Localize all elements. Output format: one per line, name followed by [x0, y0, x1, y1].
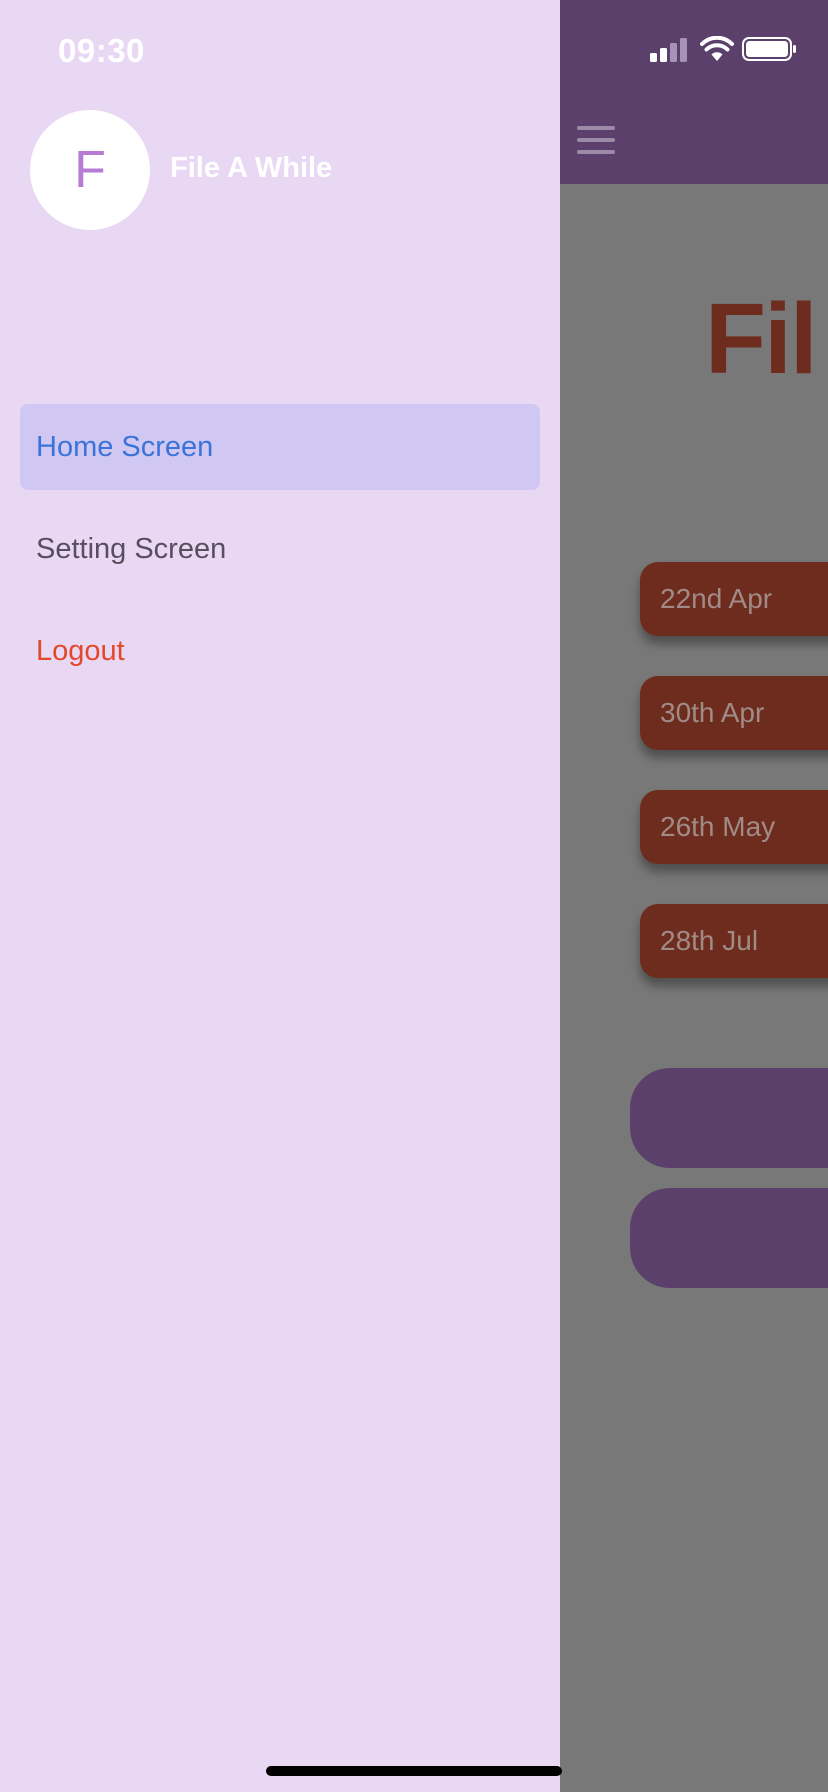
date-label: 22nd Apr	[660, 583, 773, 614]
date-label: 30th Apr	[660, 697, 765, 728]
status-bar-icons	[650, 34, 820, 64]
date-card[interactable]: 28th Jul	[640, 904, 828, 978]
date-card[interactable]: 30th Apr	[640, 676, 828, 750]
app-screen: Fil 22nd Apr 30th Apr 26th May 28th Jul …	[0, 0, 828, 1792]
drawer-item-home[interactable]: Home Screen	[20, 404, 540, 490]
date-label: 26th May	[660, 811, 776, 842]
drawer-header-title: File A While	[170, 152, 333, 184]
navigation-drawer: F File A While Home Screen Setting Scree…	[0, 0, 560, 1792]
date-card[interactable]: 26th May	[640, 790, 828, 864]
drawer-item-logout[interactable]: Logout	[20, 608, 540, 694]
hamburger-menu-icon[interactable]	[577, 126, 615, 154]
avatar: F	[30, 110, 150, 230]
date-label: 28th Jul	[660, 925, 759, 956]
date-card[interactable]: 22nd Apr	[640, 562, 828, 636]
status-bar-time: 09:30	[58, 32, 145, 69]
home-indicator[interactable]	[266, 1766, 562, 1776]
battery-icon	[742, 37, 796, 61]
wifi-icon	[700, 36, 734, 61]
drawer-item-label: Logout	[36, 635, 125, 667]
drawer-item-label: Home Screen	[36, 431, 214, 463]
drawer-item-label: Setting Screen	[36, 533, 227, 565]
drawer-item-settings[interactable]: Setting Screen	[20, 506, 540, 592]
cellular-signal-icon	[650, 38, 690, 62]
avatar-initial: F	[74, 141, 106, 199]
action-button[interactable]	[630, 1068, 828, 1168]
main-title: Fil	[705, 283, 818, 395]
action-button[interactable]	[630, 1188, 828, 1288]
